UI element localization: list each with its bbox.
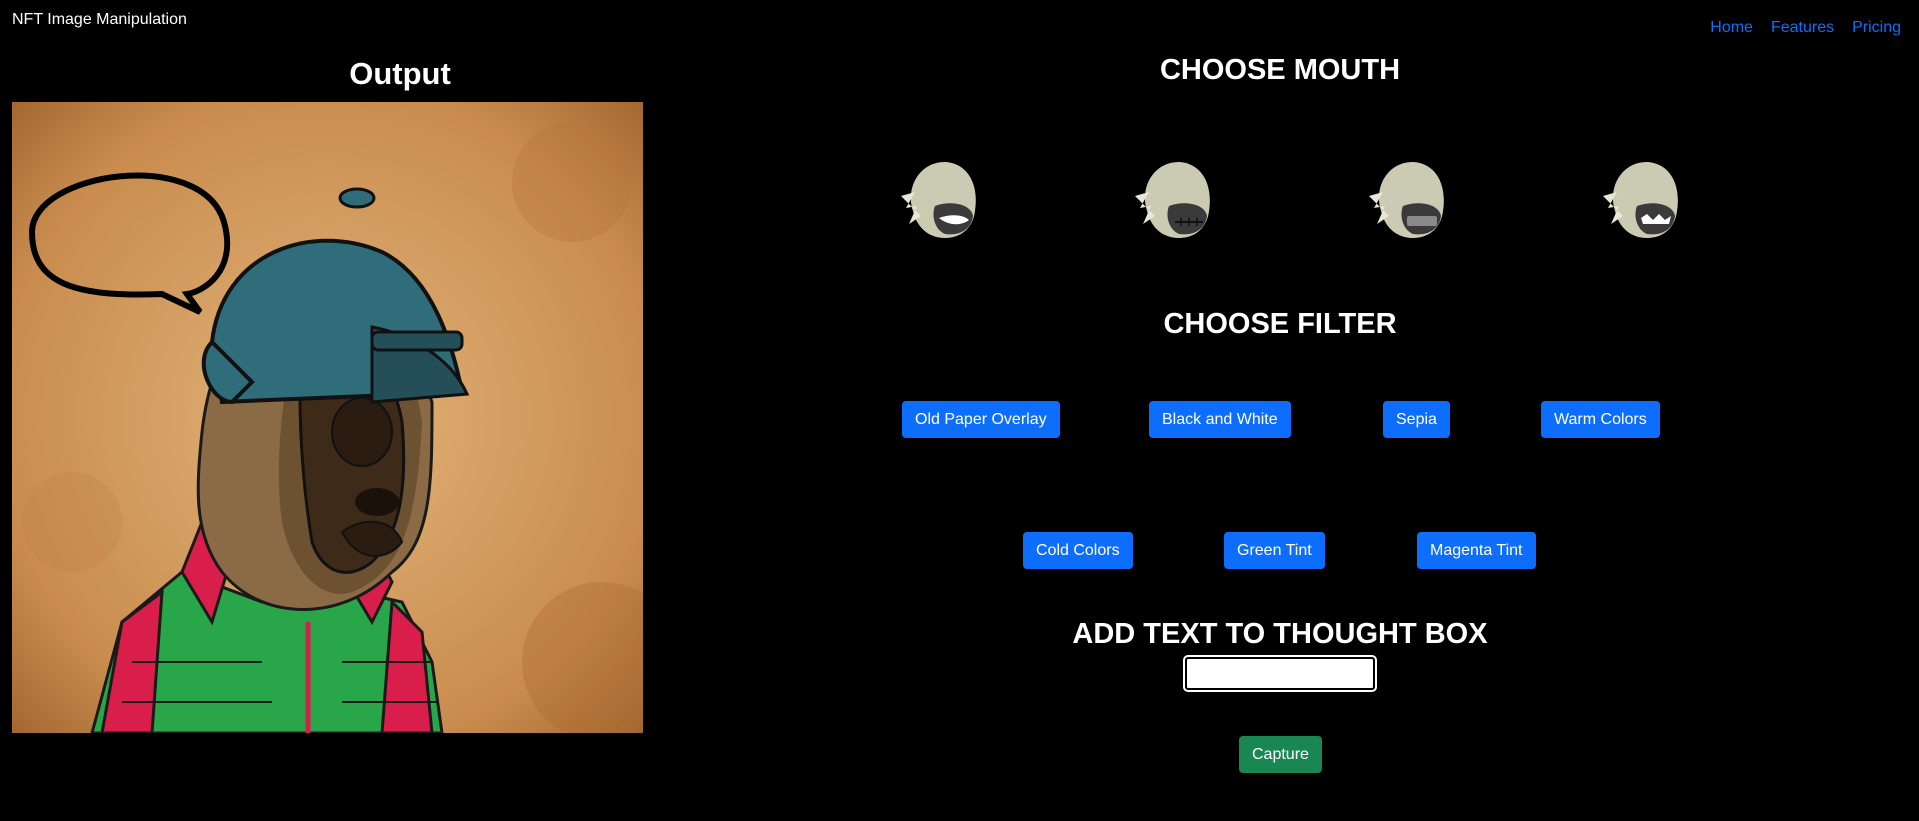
filter-sepia-button[interactable]: Sepia bbox=[1383, 401, 1450, 438]
mouth-option-2-icon bbox=[1135, 161, 1210, 238]
filter-black-white-button[interactable]: Black and White bbox=[1149, 401, 1291, 438]
filter-old-paper-button[interactable]: Old Paper Overlay bbox=[902, 401, 1060, 438]
filter-green-tint-button[interactable]: Green Tint bbox=[1224, 532, 1325, 569]
choose-mouth-title: CHOOSE MOUTH bbox=[1159, 54, 1401, 86]
mouth-option-3[interactable] bbox=[1369, 156, 1449, 241]
choose-filter-title: CHOOSE FILTER bbox=[1163, 308, 1397, 340]
mouth-option-4-icon bbox=[1603, 161, 1678, 238]
mouth-option-4[interactable] bbox=[1603, 156, 1683, 241]
mouth-option-2[interactable] bbox=[1135, 156, 1215, 241]
nav-features[interactable]: Features bbox=[1771, 19, 1834, 37]
mouth-option-3-icon bbox=[1369, 161, 1444, 238]
mouth-option-1-icon bbox=[901, 161, 976, 238]
output-canvas bbox=[12, 102, 643, 733]
filter-magenta-tint-button[interactable]: Magenta Tint bbox=[1417, 532, 1536, 569]
output-title: Output bbox=[349, 56, 451, 91]
thought-text-input[interactable] bbox=[1183, 655, 1377, 692]
nav-home[interactable]: Home bbox=[1710, 19, 1753, 37]
thought-box-title: ADD TEXT TO THOUGHT BOX bbox=[1072, 618, 1488, 650]
top-nav: Home Features Pricing bbox=[1710, 19, 1901, 37]
filter-cold-colors-button[interactable]: Cold Colors bbox=[1023, 532, 1133, 569]
nft-character-image bbox=[12, 102, 643, 733]
app-brand: NFT Image Manipulation bbox=[12, 11, 187, 28]
capture-button[interactable]: Capture bbox=[1239, 736, 1322, 773]
filter-warm-colors-button[interactable]: Warm Colors bbox=[1541, 401, 1660, 438]
mouth-option-1[interactable] bbox=[901, 156, 981, 241]
nav-pricing[interactable]: Pricing bbox=[1852, 19, 1901, 37]
